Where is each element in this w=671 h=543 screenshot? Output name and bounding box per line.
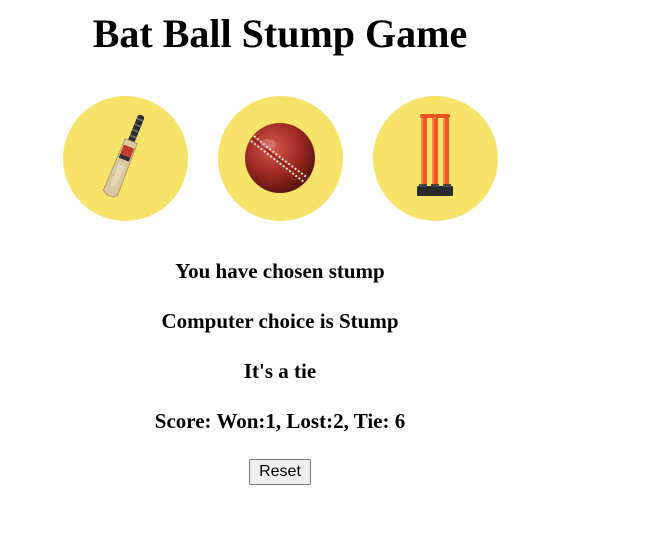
- score-text: Score: Won:1, Lost:2, Tie: 6: [154, 409, 406, 433]
- user-choice-text: You have chosen stump: [175, 259, 385, 283]
- stump-choice-button[interactable]: [373, 96, 498, 221]
- cricket-stumps-icon: [417, 114, 453, 196]
- computer-choice-text: Computer choice is Stump: [161, 309, 399, 333]
- cricket-ball-icon: [245, 123, 315, 193]
- page-title: Bat Ball Stump Game: [92, 11, 468, 56]
- bat-choice-button[interactable]: [63, 96, 188, 221]
- ball-choice-button[interactable]: [218, 96, 343, 221]
- result-text: It's a tie: [243, 359, 317, 383]
- cricket-bat-icon: [102, 114, 145, 198]
- reset-button[interactable]: Reset: [249, 459, 311, 485]
